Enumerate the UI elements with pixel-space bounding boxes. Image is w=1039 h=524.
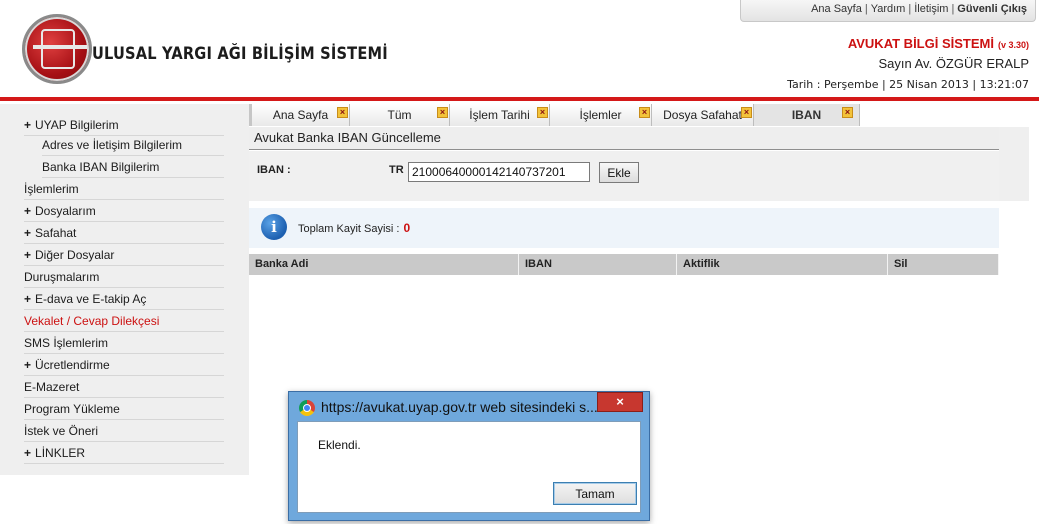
chrome-icon [299,400,315,416]
sidebar-item-safahat[interactable]: + Safahat [24,222,224,244]
record-count: 0 [403,221,411,235]
sidebar-item-uyap-bilgilerim[interactable]: + UYAP Bilgilerim [24,114,224,136]
tab-close-icon[interactable]: × [842,107,853,118]
iban-input[interactable] [408,162,590,182]
sidebar-item-istek-oneri[interactable]: İstek ve Öneri [24,420,224,442]
record-count-text: Toplam Kayit Sayisi :0 [298,221,411,235]
tab-close-icon[interactable]: × [639,107,650,118]
tab-tum[interactable]: Tüm × [350,104,450,126]
app-window: ULUSAL YARGI AĞI BİLİŞİM SİSTEMİ Ana Say… [0,0,1039,524]
column-header-iban: IBAN [519,254,677,275]
date-time: Tarih : Perşembe | 25 Nisan 2013 | 13:21… [787,78,1029,91]
home-link[interactable]: Ana Sayfa [811,3,862,15]
alert-dialog: https://avukat.uyap.gov.tr web sitesinde… [288,391,650,521]
tab-close-icon[interactable]: × [537,107,548,118]
tab-islem-tarihi[interactable]: İşlem Tarihi × [450,104,550,126]
column-header-aktiflik: Aktiflik [677,254,888,275]
close-icon[interactable]: × [597,392,643,412]
help-link[interactable]: Yardım [871,3,906,15]
site-header: ULUSAL YARGI AĞI BİLİŞİM SİSTEMİ Ana Say… [0,0,1039,97]
add-iban-button[interactable]: Ekle [599,162,639,183]
system-version: (v 3.30) [997,40,1029,50]
user-name: Sayın Av. ÖZGÜR ERALP [878,56,1029,71]
sidebar-item-program-yukleme[interactable]: Program Yükleme [24,398,224,420]
system-name: AVUKAT BİLGİ SİSTEMİ (v 3.30) [847,36,1029,51]
dialog-title: https://avukat.uyap.gov.tr web sitesinde… [321,399,598,415]
tab-close-icon[interactable]: × [337,107,348,118]
sidebar-item-islemlerim[interactable]: İşlemlerim [24,178,224,200]
top-links: Ana Sayfa | Yardım | İletişim | Güvenli Çıkış [740,0,1036,22]
tab-islemler[interactable]: İşlemler × [550,104,652,126]
panel-title: Avukat Banka IBAN Güncelleme [249,127,999,150]
dialog-message: Eklendi. [318,438,361,452]
info-icon: i [261,214,287,240]
panel-side-fill [999,127,1029,201]
country-code-label: TR [389,164,404,176]
sidebar-item-adres-iletisim[interactable]: Adres ve İletişim Bilgilerim [42,134,224,156]
uyap-logo-icon [22,14,92,84]
site-title: ULUSAL YARGI AĞI BİLİŞİM SİSTEMİ [92,44,388,64]
sidebar-item-durusmalarim[interactable]: Duruşmalarım [24,266,224,288]
sidebar-item-sms[interactable]: SMS İşlemlerim [24,332,224,354]
sidebar: + UYAP Bilgilerim Adres ve İletişim Bilgi… [0,104,249,475]
column-header-banka-adi: Banka Adi [249,254,519,275]
sidebar-item-ucretlendirme[interactable]: + Ücretlendirme [24,354,224,376]
iban-label: IBAN : [257,164,291,176]
tab-close-icon[interactable]: × [741,107,752,118]
header-divider [0,97,1039,101]
sidebar-item-linkler[interactable]: + LİNKLER [24,442,224,464]
ok-button[interactable]: Tamam [553,482,637,505]
tab-ana-sayfa[interactable]: Ana Sayfa × [252,104,350,126]
tab-close-icon[interactable]: × [437,107,448,118]
contact-link[interactable]: İletişim [914,3,948,15]
sidebar-item-diger-dosyalar[interactable]: + Diğer Dosyalar [24,244,224,266]
column-header-sil: Sil [888,254,999,275]
sidebar-item-banka-iban[interactable]: Banka IBAN Bilgilerim [42,156,224,178]
tab-iban[interactable]: IBAN × [754,104,860,126]
tab-strip: Ana Sayfa × Tüm × İşlem Tarihi × İşlemle… [249,104,1039,126]
logout-link[interactable]: Güvenli Çıkış [957,3,1027,15]
sidebar-item-e-dava[interactable]: + E-dava ve E-takip Aç [24,288,224,310]
sidebar-item-e-mazeret[interactable]: E-Mazeret [24,376,224,398]
dialog-body: Eklendi. Tamam [297,421,641,513]
sidebar-item-dosyalarim[interactable]: + Dosyalarım [24,200,224,222]
sidebar-item-vekalet[interactable]: Vekalet / Cevap Dilekçesi [24,310,224,332]
tab-dosya-safahat[interactable]: Dosya Safahat × [652,104,754,126]
